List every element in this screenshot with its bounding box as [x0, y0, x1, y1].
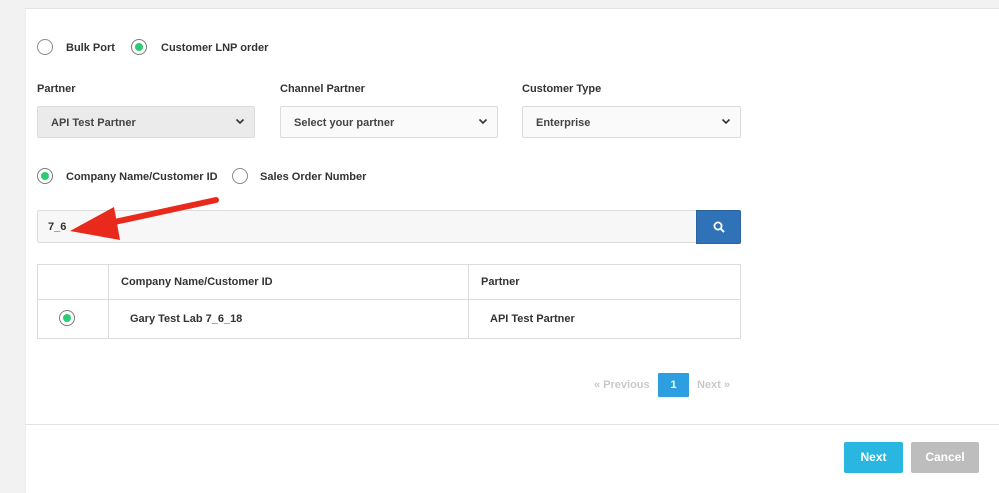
- company-cell: Gary Test Lab 7_6_18: [108, 299, 469, 339]
- cancel-button[interactable]: Cancel: [911, 442, 979, 473]
- page-1-button[interactable]: 1: [658, 373, 689, 397]
- next-button[interactable]: Next: [844, 442, 903, 473]
- red-arrow-annotation: [70, 197, 219, 240]
- company-column-header: Company Name/Customer ID: [108, 264, 469, 300]
- row-select-cell[interactable]: [37, 299, 109, 339]
- row-select-radio[interactable]: [59, 310, 75, 326]
- table-header-row: Company Name/Customer ID Partner: [37, 264, 741, 300]
- select-column-header: [37, 264, 109, 300]
- results-table: Company Name/Customer ID Partner Gary Te…: [37, 264, 741, 339]
- previous-page-link[interactable]: « Previous: [594, 379, 650, 391]
- next-page-link[interactable]: Next »: [697, 379, 730, 391]
- divider: [25, 424, 999, 425]
- partner-cell: API Test Partner: [468, 299, 741, 339]
- partner-column-header: Partner: [468, 264, 741, 300]
- table-row[interactable]: Gary Test Lab 7_6_18 API Test Partner: [37, 299, 741, 339]
